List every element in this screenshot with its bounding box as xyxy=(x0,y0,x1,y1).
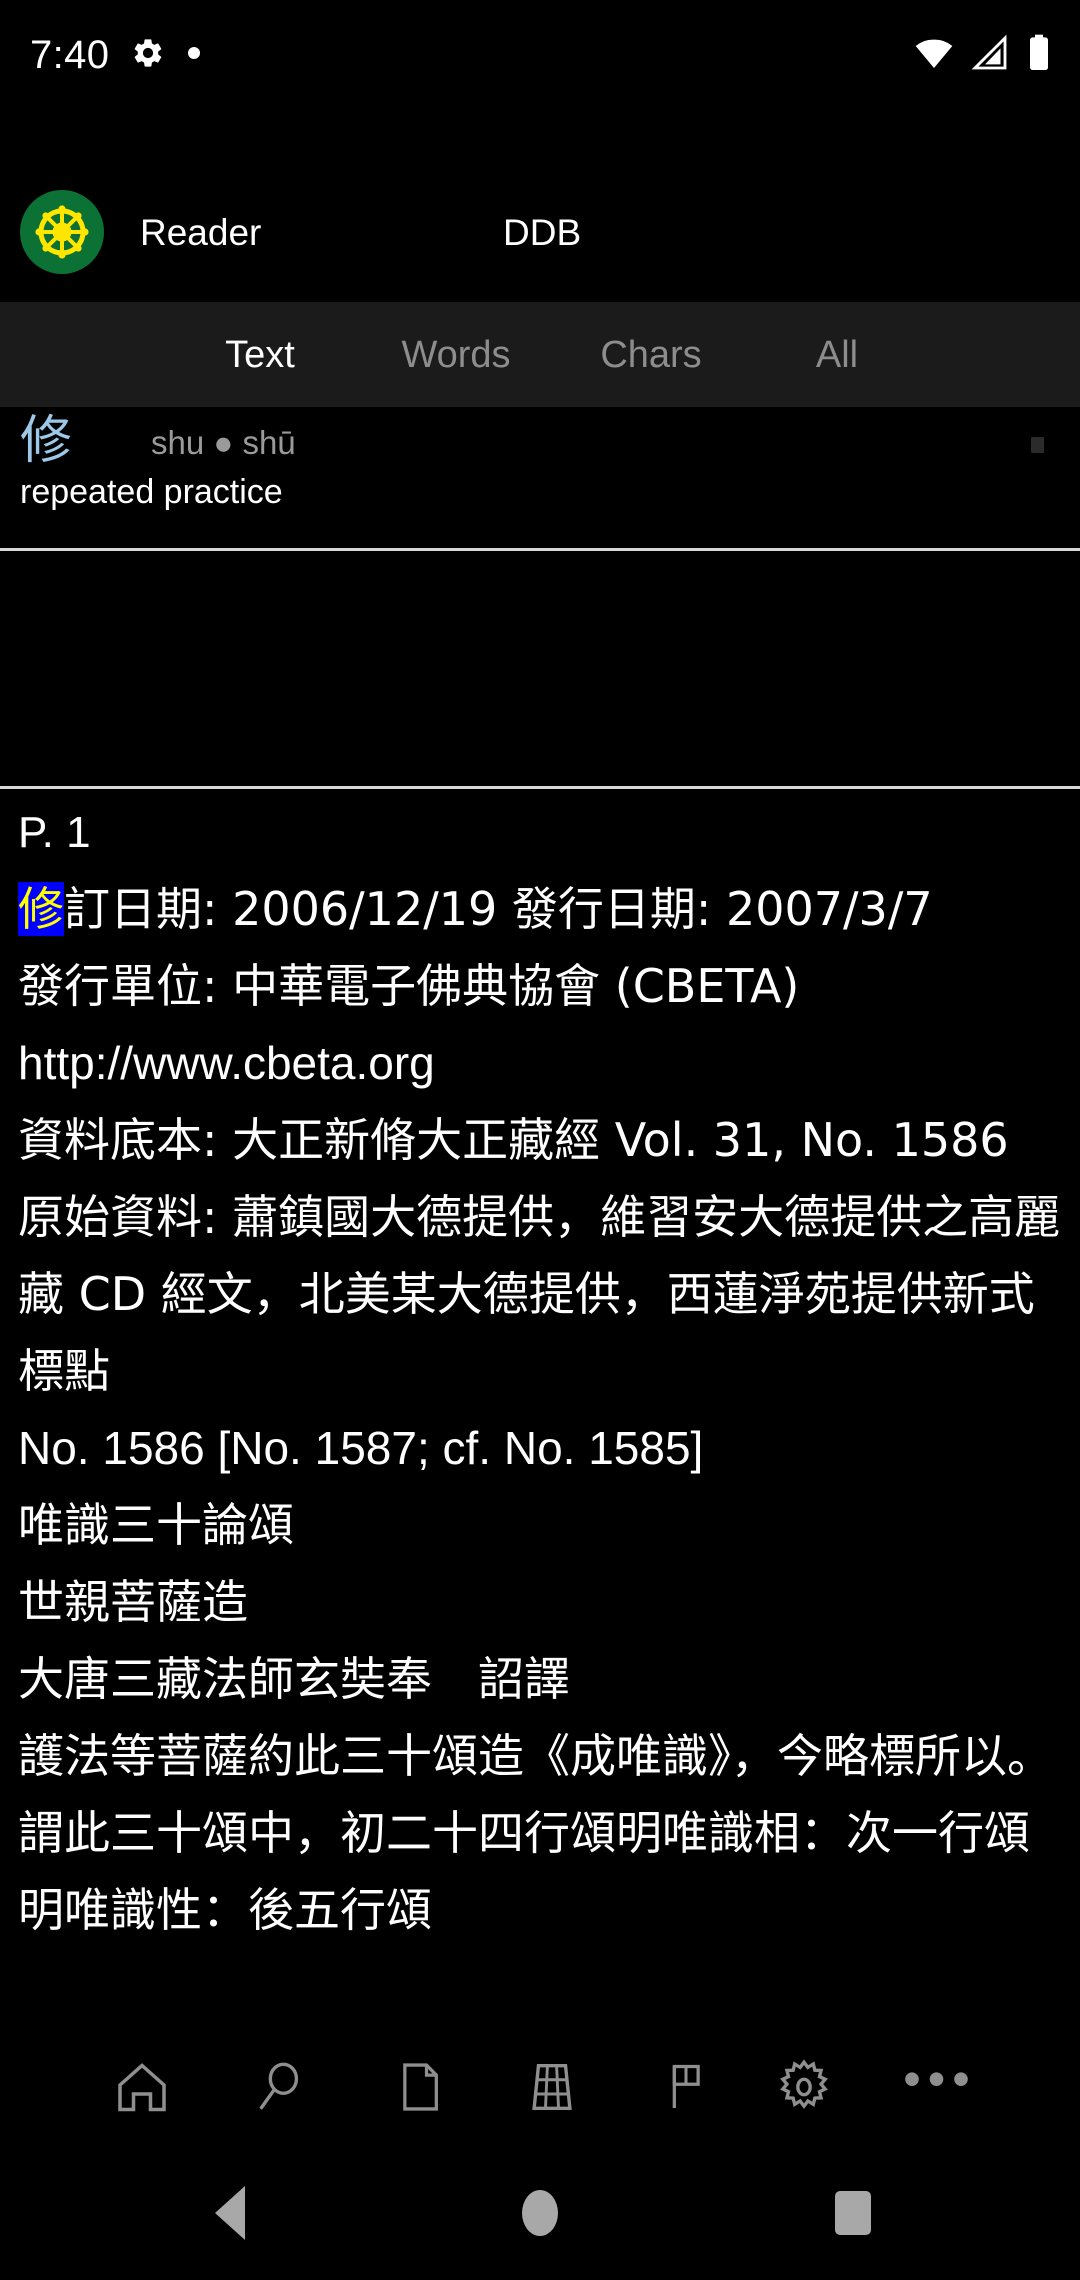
table-button[interactable] xyxy=(500,2037,604,2141)
status-bar-right xyxy=(914,33,1052,78)
tab-all[interactable]: All xyxy=(762,336,912,374)
empty-region xyxy=(0,551,1080,786)
segment-tab-bar: Text Words Chars All xyxy=(0,302,1080,407)
paragraph-author: 世親菩薩造 xyxy=(18,1575,248,1629)
ddb-tab[interactable]: DDB xyxy=(503,214,581,251)
home-icon xyxy=(112,2057,172,2122)
nav-home-button[interactable] xyxy=(495,2178,585,2248)
tab-chars[interactable]: Chars xyxy=(566,336,736,374)
paragraph-body: 護法等菩薩約此三十頌造《成唯識》，今略標所以。謂此三十頌中，初二十四行頌明唯識相… xyxy=(18,1729,1053,1937)
battery-icon xyxy=(1026,33,1052,78)
search-button[interactable] xyxy=(228,2037,332,2141)
home-circle-icon xyxy=(522,2190,558,2236)
document-icon xyxy=(392,2059,448,2120)
status-bar-left: 7:40 xyxy=(30,35,914,75)
nav-recents-button[interactable] xyxy=(808,2178,898,2248)
android-screen: 7:40 Reader DDB Text Words Chars All 修 s… xyxy=(0,0,1080,2280)
paragraph-original-data: 原始資料: 蕭鎮國大德提供，維習安大德提供之高麗藏 CD 經文，北美某大德提供，… xyxy=(18,1190,1061,1398)
page-number-label: P. 1 xyxy=(18,808,91,857)
paragraph-source: 資料底本: 大正新脩大正藏經 Vol. 31, No. 1586 xyxy=(18,1113,1009,1167)
dictionary-pronunciation: shu ● shū xyxy=(151,424,296,461)
flag-button[interactable] xyxy=(634,2037,738,2141)
sutra-text-body[interactable]: P. 1 修訂日期: 2006/12/19 發行日期: 2007/3/7 發行單… xyxy=(0,795,1080,2035)
gear-icon xyxy=(131,36,165,75)
paragraph-revision-date: 修訂日期: 2006/12/19 發行日期: 2007/3/7 xyxy=(18,871,1062,948)
recents-square-icon xyxy=(835,2191,871,2235)
tab-words[interactable]: Words xyxy=(366,336,546,374)
app-title: Reader xyxy=(140,211,262,253)
tab-text[interactable]: Text xyxy=(180,336,340,374)
android-nav-bar xyxy=(0,2148,1080,2280)
table-icon xyxy=(523,2058,581,2121)
overflow-icon: ••• xyxy=(903,2051,977,2107)
paragraph-number: No. 1586 [No. 1587; cf. No. 1585] xyxy=(18,1422,704,1474)
paragraph-url[interactable]: http://www.cbeta.org xyxy=(18,1025,1062,1102)
paragraph-publisher: 發行單位: 中華電子佛典協會 (CBETA) xyxy=(18,959,800,1013)
search-icon xyxy=(251,2058,309,2121)
dictionary-scrollbar[interactable] xyxy=(1031,437,1044,453)
status-bar: 7:40 xyxy=(0,0,1080,110)
nav-back-button[interactable] xyxy=(185,2178,275,2248)
settings-button[interactable] xyxy=(752,2037,856,2141)
wifi-icon xyxy=(914,33,954,78)
paragraph-text: 訂日期: 2006/12/19 發行日期: 2007/3/7 xyxy=(64,882,933,936)
dharma-wheel-logo[interactable] xyxy=(20,190,104,274)
divider-bottom xyxy=(0,786,1080,789)
flag-icon xyxy=(658,2059,714,2120)
dictionary-headword-row: 修 shu ● shū xyxy=(20,415,296,467)
cellular-signal-icon xyxy=(970,33,1010,78)
paragraph-title: 唯識三十論頌 xyxy=(18,1498,294,1552)
home-button[interactable] xyxy=(90,2037,194,2141)
paragraph-translator: 大唐三藏法師玄奘奉 詔譯 xyxy=(18,1652,570,1706)
document-button[interactable] xyxy=(368,2037,472,2141)
dot-icon xyxy=(187,46,201,65)
gear-icon xyxy=(773,2056,835,2123)
highlighted-char[interactable]: 修 xyxy=(18,882,64,936)
dictionary-panel[interactable]: 修 shu ● shū repeated practice xyxy=(0,407,1080,532)
status-clock: 7:40 xyxy=(30,33,110,77)
app-header: Reader DDB xyxy=(0,168,1080,296)
dictionary-gloss: repeated practice xyxy=(20,473,283,511)
more-button[interactable]: ••• xyxy=(888,2037,992,2141)
back-triangle-icon xyxy=(215,2186,245,2240)
dictionary-headword[interactable]: 修 xyxy=(20,415,72,467)
bottom-toolbar: ••• xyxy=(0,2030,1080,2148)
